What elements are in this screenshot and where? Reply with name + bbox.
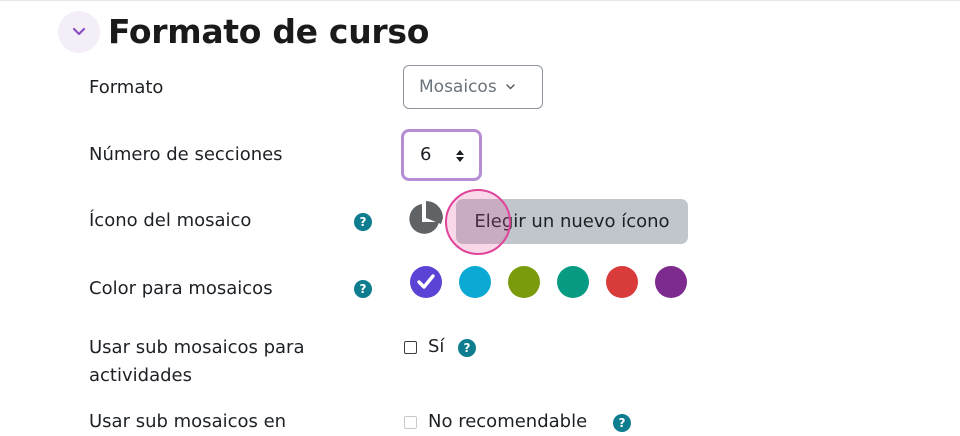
- format-label: Formato: [89, 77, 164, 98]
- format-select[interactable]: Mosaicos: [403, 65, 543, 109]
- sections-number-select[interactable]: 6: [401, 129, 482, 181]
- color-swatch[interactable]: [557, 266, 589, 298]
- color-swatch[interactable]: [606, 266, 638, 298]
- section-collapse-toggle[interactable]: [58, 11, 100, 53]
- color-swatch[interactable]: [459, 266, 491, 298]
- color-swatch[interactable]: [655, 266, 687, 298]
- chevron-down-icon: [72, 27, 86, 36]
- choose-new-icon-button[interactable]: Elegir un nuevo ícono: [456, 199, 688, 244]
- tile-icon-label: Ícono del mosaico: [89, 210, 252, 231]
- subtiles-in-label: Usar sub mosaicos en: [89, 411, 287, 432]
- subtiles-in-checkbox[interactable]: [404, 416, 417, 429]
- subtiles-in-option: No recomendable: [428, 411, 588, 432]
- section-title: Formato de curso: [108, 12, 430, 51]
- help-icon[interactable]: ?: [613, 414, 631, 432]
- top-divider: [0, 0, 960, 1]
- format-select-value: Mosaicos: [419, 77, 497, 97]
- help-icon[interactable]: ?: [458, 339, 476, 357]
- sort-arrows-icon: [456, 150, 464, 162]
- subtiles-activities-option: Sí: [428, 336, 445, 357]
- sections-label: Número de secciones: [89, 144, 283, 165]
- subtiles-activities-label-line2: actividades: [89, 365, 192, 386]
- sections-value: 6: [420, 144, 432, 165]
- subtiles-activities-checkbox[interactable]: [404, 341, 417, 354]
- tile-color-label: Color para mosaicos: [89, 278, 273, 299]
- check-icon: [417, 274, 435, 289]
- subtiles-activities-label-line1: Usar sub mosaicos para: [89, 337, 305, 358]
- color-swatch[interactable]: [508, 266, 540, 298]
- help-icon[interactable]: ?: [354, 280, 372, 298]
- color-swatch[interactable]: [410, 266, 442, 298]
- pie-chart-icon: [409, 201, 443, 234]
- chevron-down-icon: [505, 84, 515, 90]
- help-icon[interactable]: ?: [354, 213, 372, 231]
